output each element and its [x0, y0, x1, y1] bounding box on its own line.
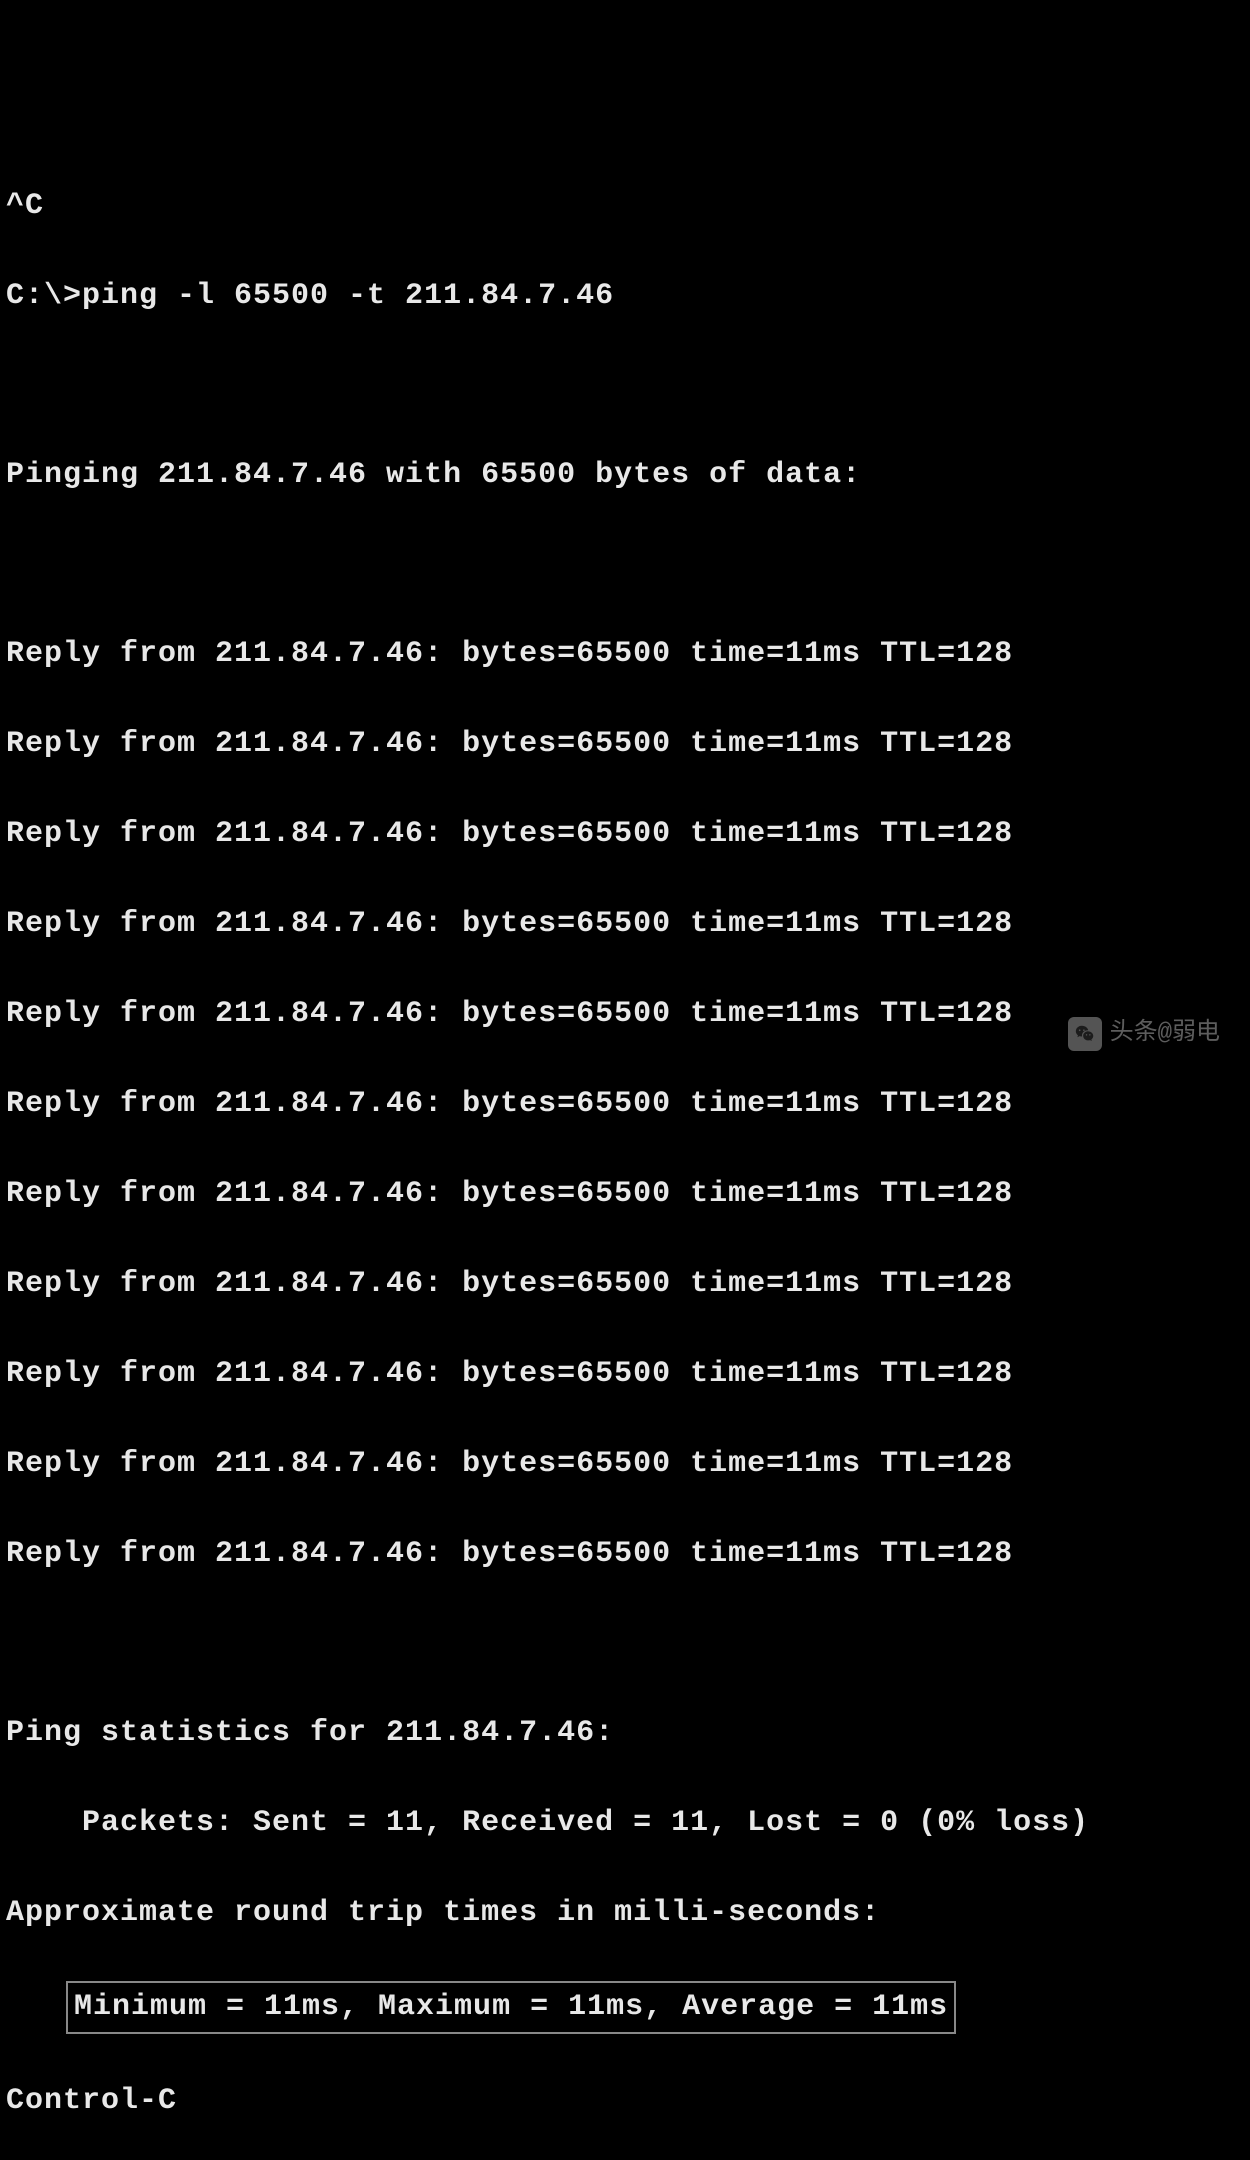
blank-line	[6, 364, 1244, 408]
reply-line: Reply from 211.84.7.46: bytes=65500 time…	[6, 1442, 1244, 1487]
stats-header: Ping statistics for 211.84.7.46:	[6, 1711, 1244, 1756]
reply-line: Reply from 211.84.7.46: bytes=65500 time…	[6, 722, 1244, 767]
packets-line: Packets: Sent = 11, Received = 11, Lost …	[6, 1801, 1244, 1846]
reply-line: Reply from 211.84.7.46: bytes=65500 time…	[6, 902, 1244, 947]
interrupt-line: ^C	[6, 184, 1244, 229]
blank-line	[6, 1622, 1244, 1666]
reply-line: Reply from 211.84.7.46: bytes=65500 time…	[6, 812, 1244, 857]
wechat-icon	[1068, 1017, 1102, 1051]
control-c-line: Control-C	[6, 2079, 1244, 2124]
reply-line: Reply from 211.84.7.46: bytes=65500 time…	[6, 1172, 1244, 1217]
command-prompt: C:\>ping -l 65500 -t 211.84.7.46	[6, 274, 1244, 319]
reply-line: Reply from 211.84.7.46: bytes=65500 time…	[6, 1082, 1244, 1127]
reply-line: Reply from 211.84.7.46: bytes=65500 time…	[6, 1352, 1244, 1397]
reply-line: Reply from 211.84.7.46: bytes=65500 time…	[6, 632, 1244, 677]
watermark: 头条@弱电	[1068, 1016, 1220, 1052]
reply-line: Reply from 211.84.7.46: bytes=65500 time…	[6, 992, 1244, 1037]
rtt-header: Approximate round trip times in milli-se…	[6, 1891, 1244, 1936]
watermark-text: 头条@弱电	[1110, 1016, 1220, 1052]
reply-line: Reply from 211.84.7.46: bytes=65500 time…	[6, 1532, 1244, 1577]
reply-line: Reply from 211.84.7.46: bytes=65500 time…	[6, 1262, 1244, 1307]
pinging-header: Pinging 211.84.7.46 with 65500 bytes of …	[6, 453, 1244, 498]
rtt-values-box: Minimum = 11ms, Maximum = 11ms, Average …	[66, 1981, 956, 2034]
blank-line	[6, 543, 1244, 587]
